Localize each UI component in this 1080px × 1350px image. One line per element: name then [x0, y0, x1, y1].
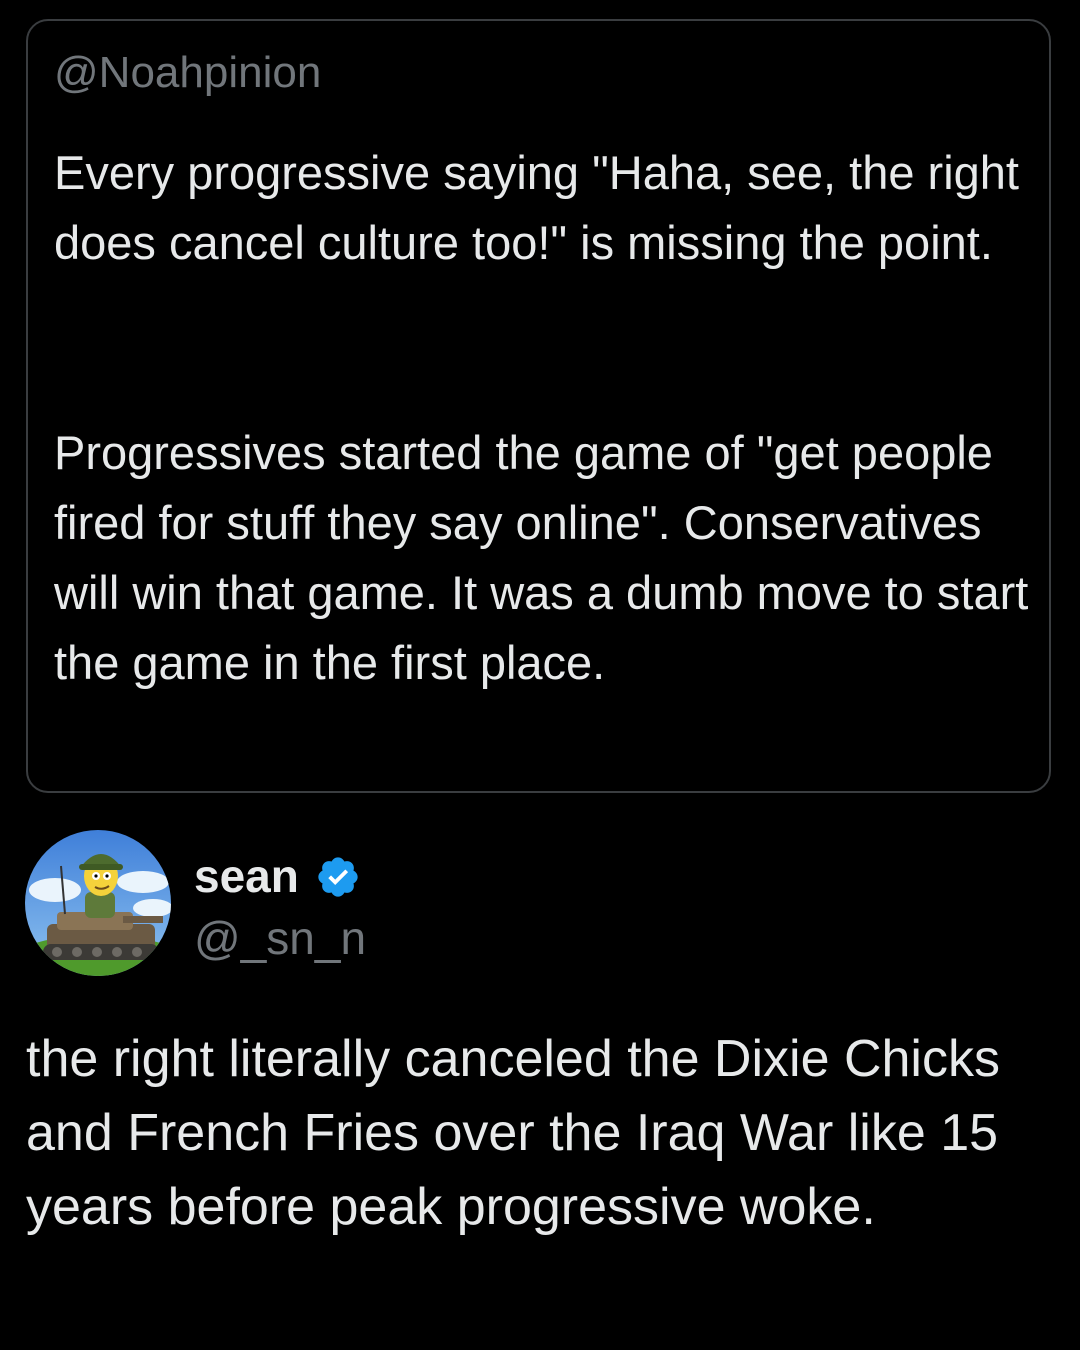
- quoted-tweet-paragraph-2: Progressives started the game of "get pe…: [54, 426, 1029, 689]
- verified-check-icon: [318, 857, 358, 897]
- quoted-tweet-handle[interactable]: @Noahpinion: [54, 45, 321, 101]
- avatar[interactable]: [25, 830, 171, 976]
- author-handle[interactable]: @_sn_n: [194, 910, 366, 966]
- quoted-tweet-paragraph-1: Every progressive saying "Haha, see, the…: [54, 146, 1019, 269]
- quoted-tweet-card[interactable]: @Noahpinion Every progressive saying "Ha…: [26, 19, 1051, 793]
- author-name[interactable]: sean: [194, 848, 299, 904]
- reply-tweet-text: the right literally canceled the Dixie C…: [26, 1030, 1000, 1236]
- reply-author-row: sean @_sn_n: [25, 830, 725, 978]
- cartoon-soldier-avatar-icon: [25, 830, 171, 976]
